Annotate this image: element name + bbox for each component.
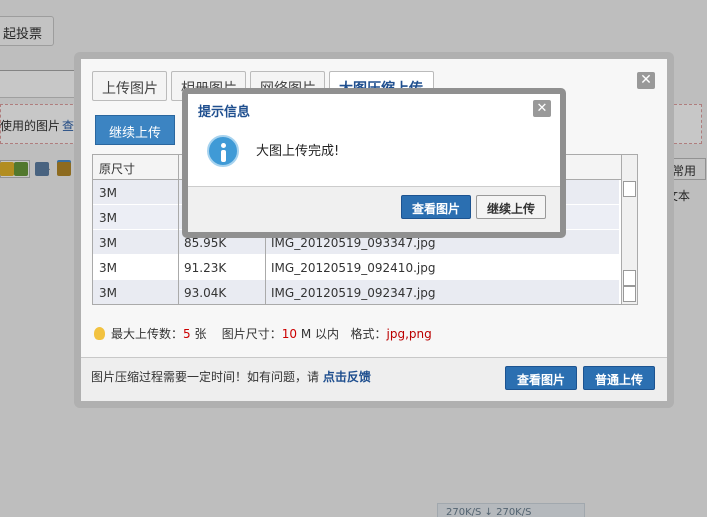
continue-upload-button[interactable]: 继续上传 [95,115,175,145]
scroll-thumb[interactable] [623,270,636,286]
max-upload-value: 5 [183,327,191,341]
footer-notice: 图片压缩过程需要一定时间！如有问题，请 点击反馈 [91,368,371,385]
message-text: 大图上传完成! [256,144,340,159]
max-upload-unit: 张 [194,327,207,341]
upload-footer: 图片压缩过程需要一定时间！如有问题，请 点击反馈 查看图片 普通上传 [81,357,667,401]
cell-original-size: 3M [99,261,117,275]
cell-original-size: 3M [99,236,117,250]
message-continue-upload-button[interactable]: 继续上传 [476,195,546,219]
cell-file-name: IMG_20120519_092410.jpg [271,261,436,275]
cell-compressed-size: 91.23K [184,261,227,275]
upload-limits-info: 最大上传数：5 张 图片尺寸：10 M 以内 格式：jpg,png [94,325,432,342]
info-icon [207,135,239,167]
message-view-images-button[interactable]: 查看图片 [401,195,471,219]
message-title: 提示信息 [198,105,251,120]
message-footer: 查看图片 继续上传 [188,186,560,232]
tab-upload-image[interactable]: 上传图片 [92,71,167,101]
image-size-value: 10 [281,327,298,341]
cell-original-size: 3M [99,286,117,300]
scroll-down-button[interactable] [623,286,636,302]
table-row: 3M 91.23K IMG_20120519_092410.jpg [93,255,619,280]
format-label: 格式： [350,327,387,341]
lightbulb-icon [94,327,105,340]
cell-file-name: IMG_20120519_092347.jpg [271,286,436,300]
view-images-button[interactable]: 查看图片 [505,366,577,390]
cell-compressed-size: 85.95K [184,236,227,250]
scroll-up-button[interactable] [623,181,636,197]
message-dialog: 提示信息 ✕ 大图上传完成! 查看图片 继续上传 [182,88,566,238]
table-row: 3M 93.04K IMG_20120519_092347.jpg [93,280,619,304]
max-upload-label: 最大上传数： [111,327,184,341]
format-value: jpg,png [386,327,432,341]
normal-upload-button[interactable]: 普通上传 [583,366,655,390]
cell-compressed-size: 93.04K [184,286,227,300]
image-size-label: 图片尺寸： [221,327,282,341]
feedback-link[interactable]: 点击反馈 [323,370,371,384]
image-size-unit: M 以内 [300,327,340,341]
cell-original-size: 3M [99,186,117,200]
header-original-size: 原尺寸 [99,162,136,176]
message-title-bar: 提示信息 ✕ [188,94,560,124]
message-close-icon[interactable]: ✕ [533,100,551,117]
column-separator [178,155,179,304]
upload-close-icon[interactable]: ✕ [637,72,655,89]
table-scrollbar[interactable] [621,155,637,304]
cell-file-name: IMG_20120519_093347.jpg [271,236,436,250]
footer-notice-text: 图片压缩过程需要一定时间！如有问题，请 [91,370,320,384]
cell-original-size: 3M [99,211,117,225]
